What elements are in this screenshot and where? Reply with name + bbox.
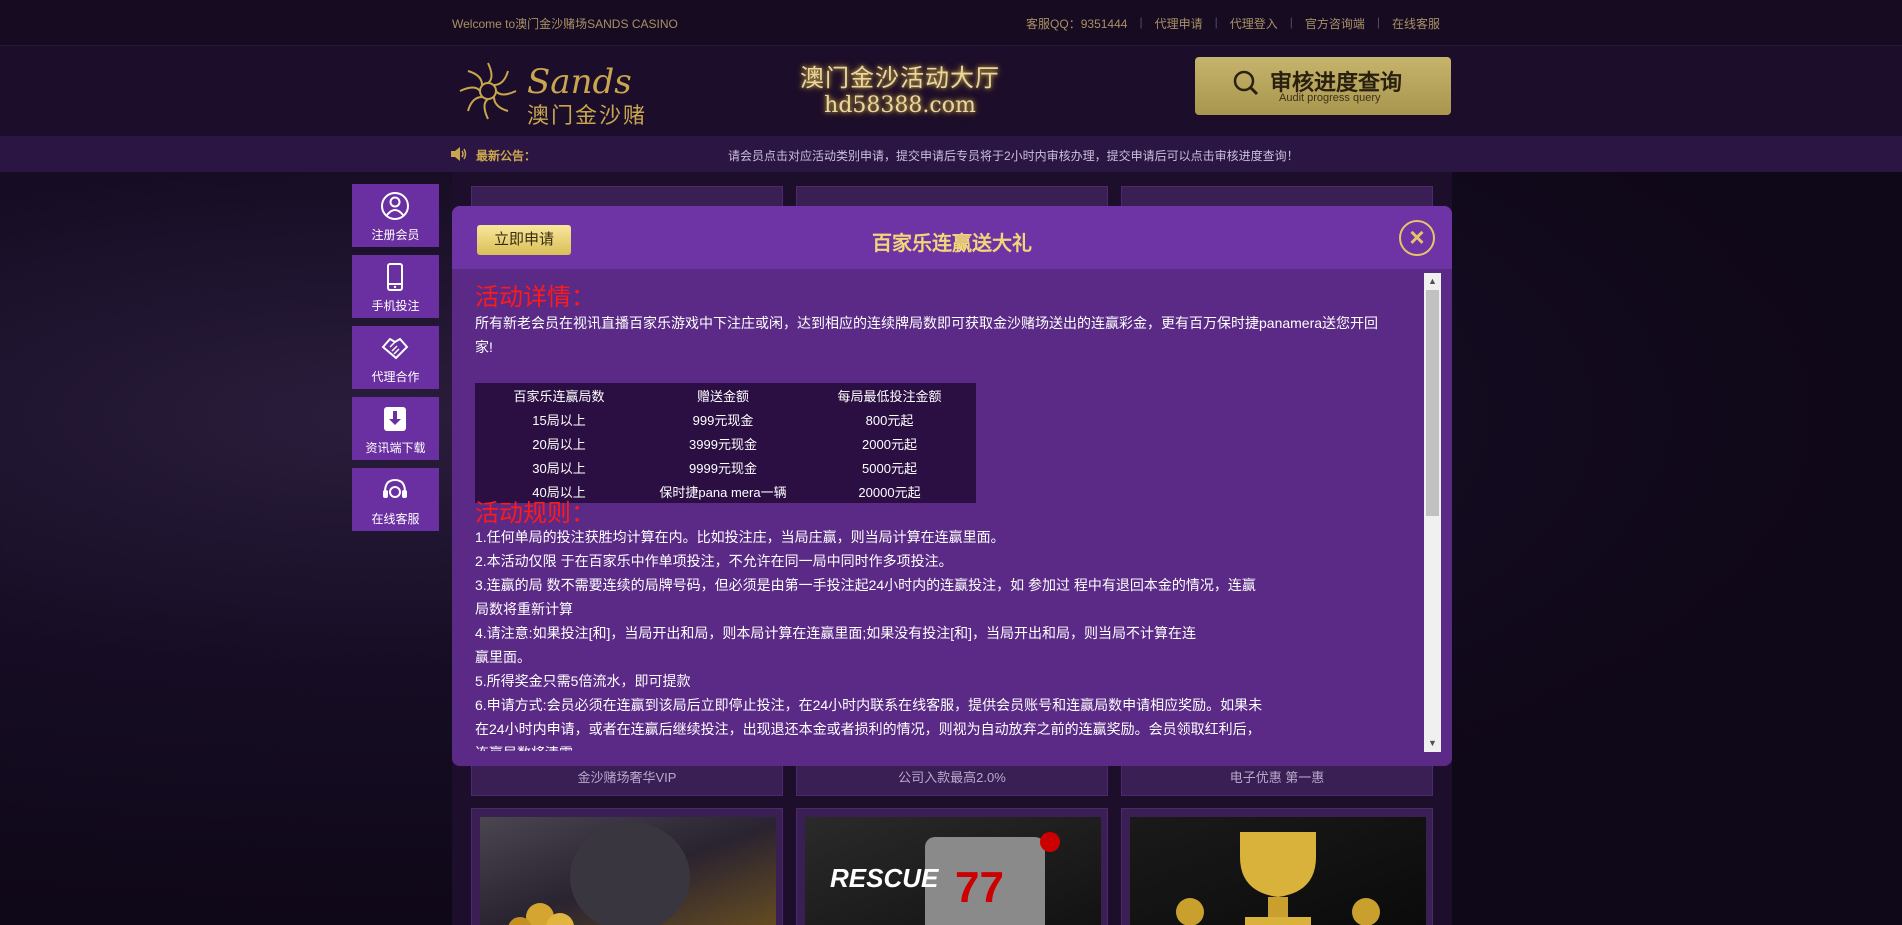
promo-image — [1130, 817, 1426, 925]
top-link-qq[interactable]: 客服QQ：9351444 — [1014, 15, 1139, 32]
table-cell: 9999元现金 — [689, 460, 757, 476]
sidenav-label: 资讯端下载 — [365, 441, 426, 455]
table-header-row: 百家乐连赢局数 赠送金额 每局最低投注金额 — [475, 383, 976, 407]
activity-hall-banner: 澳门金沙活动大厅 hd58388.com — [790, 58, 1010, 118]
table-header: 每局最低投注金额 — [837, 388, 942, 404]
header: Sands 澳门金沙赌场 澳门金沙活动大厅 hd58388.com 审核进度查询… — [0, 46, 1902, 161]
close-icon[interactable]: × — [1399, 220, 1435, 256]
promo-image — [480, 817, 776, 925]
modal-body: 活动详情： 所有新老会员在视讯直播百家乐游戏中下注庄或闲，达到相应的连续牌局数即… — [452, 269, 1452, 766]
audit-subtitle: Audit progress query — [1279, 92, 1381, 104]
promo-card[interactable] — [1121, 808, 1433, 925]
table-cell: 5000元起 — [862, 460, 917, 476]
table-header: 赠送金额 — [696, 388, 749, 404]
notice-label: 最新公告： — [476, 149, 537, 163]
table-cell: 保时捷pana mera一辆 — [659, 484, 787, 500]
promo-card[interactable]: RESCUE 77 — [796, 808, 1108, 925]
rescue-slot-illustration: RESCUE 77 — [830, 832, 1060, 925]
modal-title: 百家乐连赢送大礼 — [872, 233, 1032, 255]
rule-item: 6.申请方式:会员必须在连赢到该局后立即停止投注，在24小时内联系在线客服，提供… — [475, 697, 1263, 751]
download-icon — [384, 407, 406, 431]
table-header: 百家乐连赢局数 — [513, 388, 605, 404]
svg-text:77: 77 — [955, 863, 1004, 912]
svg-text:RESCUE: RESCUE — [830, 863, 939, 893]
table-cell: 2000元起 — [862, 436, 917, 452]
details-text: 所有新老会员在视讯直播百家乐游戏中下注庄或闲，达到相应的连续牌局数即可获取金沙赌… — [475, 315, 1379, 355]
rule-item: 5.所得奖金只需5倍流水，即可提款 — [475, 673, 691, 689]
sidenav-label: 手机投注 — [371, 299, 420, 313]
promo-detail-modal: 立即申请 百家乐连赢送大礼 × 活动详情： 所有新老会员在视讯直播百家乐游戏中下… — [452, 206, 1452, 766]
sidenav-online-service[interactable]: 在线客服 — [352, 468, 439, 531]
sands-logo[interactable]: Sands 澳门金沙赌场 — [455, 56, 655, 161]
promo-card-caption: 公司入款最高2.0% — [898, 770, 1006, 785]
top-link-official-client[interactable]: 官方咨询端 — [1293, 15, 1377, 32]
sidenav-label: 代理合作 — [371, 370, 420, 384]
headset-icon — [383, 478, 407, 498]
audit-progress-button[interactable]: 审核进度查询 Audit progress query — [1195, 57, 1451, 115]
hall-title: 澳门金沙活动大厅 — [800, 64, 1000, 92]
prize-table: 百家乐连赢局数 赠送金额 每局最低投注金额 15局以上 999元现金 800元起… — [475, 383, 976, 503]
table-row: 15局以上 999元现金 800元起 — [475, 407, 976, 431]
rule-item: 1.任何单局的投注获胜均计算在内。比如投注庄，当局庄赢，则当局计算在连赢里面。 — [475, 529, 1005, 545]
notice-bar: 最新公告： 请会员点击对应活动类别申请，提交申请后专员将于2小时内审核办理，提交… — [0, 136, 1902, 172]
table-row: 20局以上 3999元现金 2000元起 — [475, 431, 976, 455]
sidenav-label: 注册会员 — [371, 228, 420, 242]
table-cell: 15局以上 — [532, 412, 586, 428]
sidenav-register[interactable]: 注册会员 — [352, 184, 439, 247]
modal-scrollbar[interactable]: ▲ ▼ — [1424, 273, 1441, 752]
promo-card-caption: 金沙赌场奢华VIP — [577, 770, 677, 785]
scroll-down-arrow-icon[interactable]: ▼ — [1424, 735, 1441, 752]
details-heading: 活动详情： — [475, 284, 595, 311]
table-row: 30局以上 9999元现金 5000元起 — [475, 455, 976, 479]
sidenav-download[interactable]: 资讯端下载 — [352, 397, 439, 460]
sun-logo-icon — [459, 62, 517, 120]
promo-card-caption: 电子优惠 第一惠 — [1229, 770, 1325, 785]
logo-text: Sands — [527, 62, 632, 102]
notice-text: 请会员点击对应活动类别申请，提交申请后专员将于2小时内审核办理，提交申请后可以点… — [728, 149, 1299, 163]
table-cell: 999元现金 — [692, 412, 754, 428]
search-icon — [1233, 70, 1259, 96]
rule-item: 3.连赢的局 数不需要连续的局牌号码，但必须是由第一手投注起24小时内的连赢投注… — [475, 577, 1256, 617]
hall-url: hd58388.com — [824, 93, 976, 118]
welcome-text: Welcome to澳门金沙赌场SANDS CASINO — [452, 17, 678, 31]
modal-header: 立即申请 百家乐连赢送大礼 × — [452, 206, 1452, 269]
sidenav-agent-cooperation[interactable]: 代理合作 — [352, 326, 439, 389]
modal-content: 活动详情： 所有新老会员在视讯直播百家乐游戏中下注庄或闲，达到相应的连续牌局数即… — [475, 269, 1405, 751]
sidenav-mobile-betting[interactable]: 手机投注 — [352, 255, 439, 318]
speaker-icon — [451, 147, 467, 161]
table-cell: 30局以上 — [532, 460, 586, 476]
scroll-thumb[interactable] — [1426, 290, 1439, 516]
user-icon — [381, 192, 409, 220]
promo-image: RESCUE 77 — [805, 817, 1101, 925]
table-cell: 800元起 — [865, 412, 914, 428]
table-cell: 3999元现金 — [689, 436, 757, 452]
top-link-online-service[interactable]: 在线客服 — [1380, 15, 1452, 32]
rule-item: 2.本活动仅限 于在百家乐中作单项投注，不允许在同一局中同时作多项投注。 — [475, 553, 953, 569]
handshake-icon — [381, 337, 409, 360]
rule-item: 4.请注意:如果投注[和]，当局开出和局，则本局计算在连赢里面;如果没有投注[和… — [475, 625, 1197, 665]
trophy-illustration — [1176, 832, 1380, 925]
promo-card[interactable] — [471, 808, 783, 925]
scroll-up-arrow-icon[interactable]: ▲ — [1424, 273, 1441, 290]
sidenav-label: 在线客服 — [371, 512, 420, 526]
side-nav: 注册会员 手机投注 代理合作 资讯端下载 在线客服 — [352, 184, 439, 539]
top-bar: Welcome to澳门金沙赌场SANDS CASINO 客服QQ：935144… — [0, 0, 1902, 46]
top-link-agent-apply[interactable]: 代理申请 — [1143, 15, 1215, 32]
top-links: 客服QQ：9351444 | 代理申请 | 代理登入 | 官方咨询端 | 在线客… — [1014, 15, 1452, 32]
top-link-agent-login[interactable]: 代理登入 — [1218, 15, 1290, 32]
mobile-icon — [387, 263, 403, 291]
robot-slot-illustration — [508, 822, 690, 925]
table-cell: 20局以上 — [532, 436, 586, 452]
